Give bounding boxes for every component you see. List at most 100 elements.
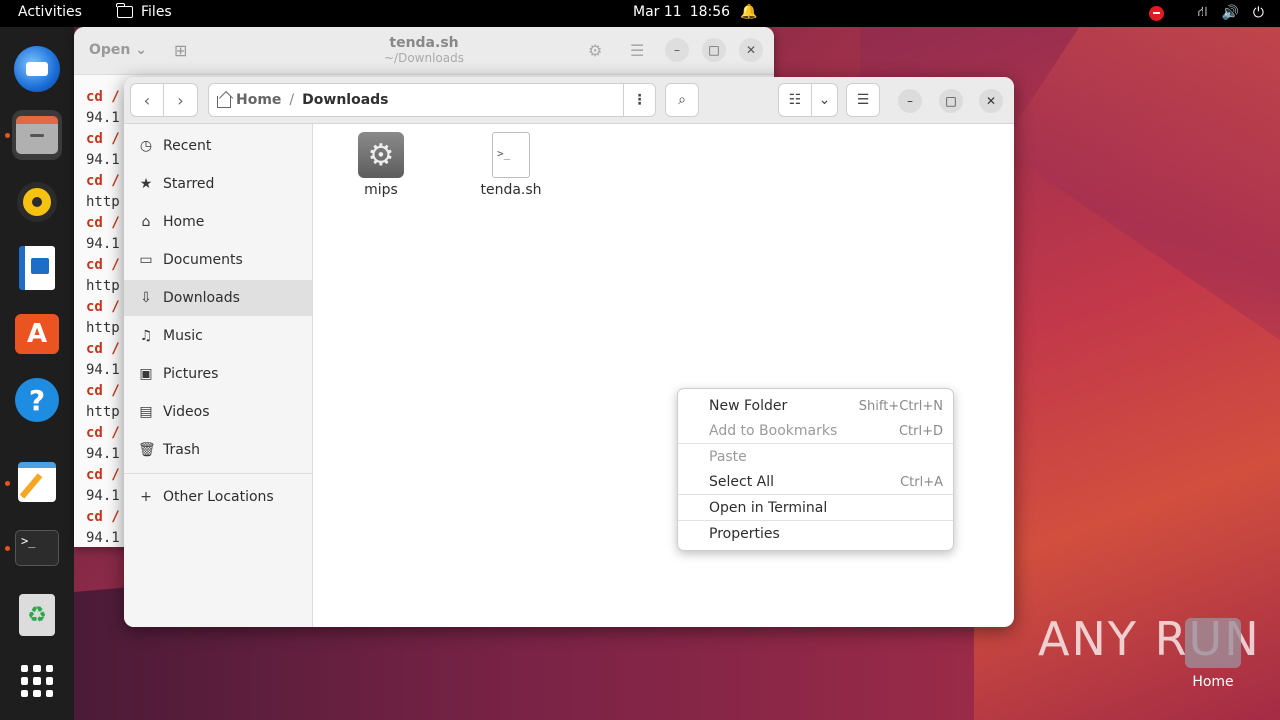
- activities-button[interactable]: Activities: [18, 4, 82, 20]
- sidebar-item-label: Trash: [163, 442, 200, 458]
- app-center-icon[interactable]: A: [12, 309, 62, 359]
- menu-item-label: Open in Terminal: [709, 500, 828, 516]
- home-folder-icon: [1185, 618, 1241, 668]
- menu-separator: [678, 520, 953, 521]
- breadcrumb-home[interactable]: Home: [217, 92, 281, 108]
- code-line: 94.1: [86, 110, 120, 126]
- file-name: tenda.sh: [480, 182, 542, 198]
- sidebar-item-trash[interactable]: 🗑 Trash: [124, 432, 312, 468]
- menu-item-accelerator: Shift+Ctrl+N: [858, 398, 943, 414]
- sidebar-item-recent[interactable]: ◷ Recent: [124, 128, 312, 164]
- network-icon: ⛙: [1197, 4, 1208, 20]
- sidebar-item-label: Recent: [163, 138, 212, 154]
- menu-item-accelerator: Ctrl+A: [900, 474, 943, 490]
- code-line: cd /: [86, 89, 120, 105]
- terminal-icon[interactable]: >_: [12, 523, 62, 573]
- sidebar-item-label: Music: [163, 328, 203, 344]
- menu-item-new-folder[interactable]: New Folder Shift+Ctrl+N: [678, 393, 953, 419]
- sidebar-item-home[interactable]: ⌂ Home: [124, 204, 312, 240]
- star-icon: ★: [139, 176, 153, 192]
- folder-icon: [116, 3, 133, 18]
- file-item[interactable]: >_ tenda.sh: [466, 132, 556, 198]
- new-tab-icon[interactable]: ⊞: [174, 41, 187, 60]
- app-menu[interactable]: Files: [116, 3, 172, 20]
- show-apps-icon[interactable]: [12, 656, 62, 706]
- files-icon[interactable]: [12, 110, 62, 160]
- path-menu-icon[interactable]: ⋮: [623, 84, 655, 116]
- menu-icon[interactable]: ☰: [630, 41, 644, 60]
- settings-icon[interactable]: ⚙: [588, 41, 602, 60]
- editor-subtitle: ~/Downloads: [384, 51, 464, 65]
- back-button[interactable]: ‹: [130, 83, 164, 117]
- volume-icon: 🔊: [1221, 5, 1239, 21]
- menu-item-properties[interactable]: Properties: [678, 521, 953, 547]
- code-line: cd /: [86, 131, 120, 147]
- document-icon: ▭: [139, 252, 153, 268]
- thunderbird-icon[interactable]: [12, 44, 62, 94]
- open-button[interactable]: Open ⌄: [89, 42, 147, 58]
- files-header: ‹ › Home / Downloads ⋮ ⌕ ☷ ⌄ ☰ – □ ✕: [124, 77, 1014, 124]
- sidebar-item-documents[interactable]: ▭ Documents: [124, 242, 312, 278]
- code-line: http: [86, 194, 120, 210]
- editor-title: tenda.sh: [389, 35, 459, 51]
- code-line: cd /: [86, 215, 120, 231]
- menu-item-label: Properties: [709, 526, 780, 542]
- maximize-button[interactable]: □: [939, 89, 963, 113]
- sidebar-divider: [124, 473, 312, 474]
- menu-item-select-all[interactable]: Select All Ctrl+A: [678, 469, 953, 495]
- search-icon[interactable]: ⌕: [665, 83, 699, 117]
- minimize-button[interactable]: –: [665, 38, 689, 62]
- executable-gear-icon: ⚙: [358, 132, 404, 178]
- editor-header: Open ⌄ ⊞ tenda.sh ~/Downloads ⚙ ☰ – □ ✕: [74, 27, 774, 75]
- home-icon: ⌂: [141, 214, 151, 230]
- dock: A ? >_ ♻: [0, 27, 74, 720]
- menu-item-label: Select All: [709, 474, 774, 490]
- code-line: cd /: [86, 467, 120, 483]
- close-button[interactable]: ✕: [979, 89, 1003, 113]
- trash-icon: 🗑: [138, 442, 156, 458]
- code-line: 94.1: [86, 530, 120, 546]
- view-options-icon[interactable]: ⌄: [812, 83, 838, 117]
- minimize-button[interactable]: –: [898, 89, 922, 113]
- help-icon[interactable]: ?: [12, 375, 62, 425]
- desktop-home-label: Home: [1192, 674, 1234, 690]
- sidebar-item-music[interactable]: ♫ Music: [124, 318, 312, 354]
- sidebar-item-videos[interactable]: ▤ Videos: [124, 394, 312, 430]
- home-icon: [217, 96, 231, 108]
- system-tray[interactable]: ⛙ 🔊 ⏻: [1148, 4, 1264, 22]
- sidebar-item-starred[interactable]: ★ Starred: [124, 166, 312, 202]
- breadcrumb-current[interactable]: Downloads: [302, 92, 388, 108]
- menu-item-open-in-terminal[interactable]: Open in Terminal: [678, 495, 953, 521]
- bell-icon[interactable]: 🔔: [740, 4, 757, 20]
- sidebar-item-label: Documents: [163, 252, 243, 268]
- running-indicator: [5, 546, 10, 551]
- forward-button[interactable]: ›: [164, 83, 198, 117]
- sidebar-item-pictures[interactable]: ▣ Pictures: [124, 356, 312, 392]
- path-bar: Home / Downloads ⋮: [208, 83, 656, 117]
- close-button[interactable]: ✕: [739, 38, 763, 62]
- context-menu: New Folder Shift+Ctrl+N Add to Bookmarks Ct…: [677, 388, 954, 551]
- file-item[interactable]: ⚙ mips: [336, 132, 426, 198]
- list-view-icon[interactable]: ☷: [778, 83, 812, 117]
- rhythmbox-icon[interactable]: [12, 177, 62, 227]
- clock[interactable]: Mar 11 18:56: [633, 4, 730, 20]
- file-name: mips: [364, 182, 398, 198]
- running-indicator: [5, 133, 10, 138]
- sidebar-item-other-locations[interactable]: + Other Locations: [124, 479, 312, 515]
- trash-icon[interactable]: ♻: [12, 590, 62, 640]
- clock-icon: ◷: [139, 138, 153, 154]
- menu-separator: [678, 443, 953, 444]
- sidebar: ◷ Recent ★ Starred ⌂ Home ▭ Documents ⇩ Downloads…: [124, 124, 313, 627]
- maximize-button[interactable]: □: [702, 38, 726, 62]
- sidebar-item-downloads[interactable]: ⇩ Downloads: [124, 280, 312, 316]
- code-line: 94.1: [86, 446, 120, 462]
- file-view[interactable]: ⚙ mips >_ tenda.sh: [314, 124, 1014, 627]
- desktop-home-icon[interactable]: Home: [1184, 618, 1242, 690]
- code-line: 94.1: [86, 362, 120, 378]
- code-line: cd /: [86, 425, 120, 441]
- writer-icon[interactable]: [12, 243, 62, 293]
- editor-text[interactable]: cd / 94.1 cd / 94.1 cd / http cd / 94.1 cd / http…: [86, 87, 120, 547]
- main-menu-icon[interactable]: ☰: [846, 83, 880, 117]
- recording-indicator-icon[interactable]: [1148, 5, 1164, 21]
- text-editor-icon[interactable]: [12, 457, 62, 507]
